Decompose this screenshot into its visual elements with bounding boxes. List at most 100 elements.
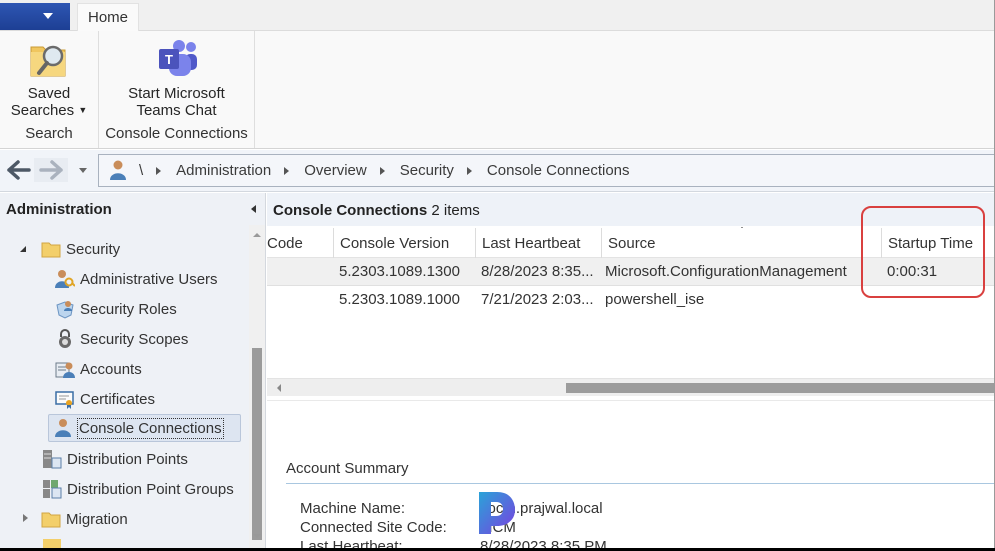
tree-item-label: Security Scopes [80, 330, 189, 348]
breadcrumb-separator-icon[interactable] [466, 166, 472, 175]
saved-searches-label-row: Searches ▼ [0, 102, 98, 119]
cell-console-version: 5.2303.1089.1000 [339, 291, 460, 308]
forward-button[interactable] [34, 158, 68, 182]
ribbon-group-label: Search [25, 125, 73, 142]
saved-searches-button[interactable]: Saved Searches ▼ [0, 37, 98, 119]
distribution-point-icon [42, 449, 62, 469]
lock-icon [55, 329, 75, 349]
ribbon-group-label: Console Connections [105, 125, 248, 142]
column-header-console-version[interactable]: Console Version [333, 228, 475, 258]
security-roles-icon [55, 299, 75, 319]
details-pane: Account Summary Machine Name: cocm.prajw… [267, 400, 994, 548]
nav-pane-scrollbar[interactable] [249, 225, 265, 548]
cell-source: powershell_ise [605, 291, 705, 308]
tree-item-label: Security Roles [80, 300, 177, 318]
folder-icon [43, 539, 61, 548]
saved-searches-label-2: Searches [10, 102, 75, 119]
results-count: 2 items [431, 202, 480, 219]
saved-searches-label-1: Saved [27, 85, 71, 102]
tree-item-console-connections[interactable]: Console Connections [48, 414, 241, 442]
ribbon-group-search: Saved Searches ▼ Search [0, 31, 99, 148]
column-header-source[interactable]: Source [601, 228, 867, 258]
scrollbar-thumb[interactable] [566, 383, 994, 393]
breadcrumb-security[interactable]: Security [400, 162, 454, 179]
cell-console-version: 5.2303.1089.1300 [339, 263, 460, 280]
ribbon-group-console-connections: T Start Microsoft Teams Chat Console Con… [99, 31, 255, 148]
console-user-icon [54, 418, 74, 438]
tree-item-label: Administrative Users [80, 270, 218, 288]
breadcrumb-console-connections[interactable]: Console Connections [487, 162, 630, 179]
distribution-point-groups-icon [42, 479, 62, 499]
tree-item-label: Certificates [80, 390, 156, 408]
scroll-up-icon[interactable] [253, 233, 261, 237]
startup-time-highlight [861, 206, 985, 298]
teams-icon: T [158, 40, 197, 76]
breadcrumb-separator-icon[interactable] [156, 166, 162, 175]
back-arrow-icon [7, 160, 31, 180]
back-button[interactable] [6, 158, 32, 182]
address-bar: \ Administration Overview Security Conso… [0, 150, 994, 192]
tree-item-administrative-users[interactable]: Administrative Users [55, 265, 218, 293]
tree-item-security-roles[interactable]: Security Roles [55, 295, 177, 323]
cell-last-heartbeat: 7/21/2023 2:03... [481, 291, 594, 308]
start-teams-chat-button[interactable]: T Start Microsoft Teams Chat [99, 37, 254, 119]
scroll-down-icon[interactable] [253, 534, 261, 538]
results-title-name: Console Connections [273, 202, 428, 219]
dropdown-caret-icon: ▼ [78, 105, 88, 115]
detail-value: 8/28/2023 8:35 PM [480, 538, 607, 548]
collapse-pane-icon[interactable] [251, 205, 256, 213]
cell-source: Microsoft.ConfigurationManagement [605, 263, 847, 280]
tree-item-certificates[interactable]: Certificates [55, 385, 155, 413]
navigation-pane: Administration Security Administrative U… [0, 193, 266, 548]
cell-code [267, 286, 333, 314]
ribbon-tab-bar: Home [0, 0, 994, 32]
account-summary-title: Account Summary [286, 460, 409, 477]
certificate-icon [55, 389, 75, 409]
column-header-code[interactable]: Code [261, 228, 333, 258]
tree-item-label: Distribution Points [67, 450, 188, 468]
scrollbar-thumb[interactable] [252, 348, 262, 540]
start-teams-chat-label-1: Start Microsoft [128, 85, 225, 102]
tree-item-label: Migration [66, 510, 128, 528]
cell-last-heartbeat: 8/28/2023 8:35... [481, 263, 594, 280]
configmgr-console-window: Home Saved Searches ▼ Search T Start Mic… [0, 0, 995, 548]
cell-code [267, 258, 333, 286]
nav-pane-title: Administration [6, 201, 112, 218]
detail-connected-site-code: Connected Site Code: MCM [300, 519, 516, 537]
breadcrumb-separator-icon[interactable] [379, 166, 385, 175]
tree-item-label: Accounts [80, 360, 142, 378]
scroll-left-icon[interactable] [277, 384, 281, 392]
expanded-arrow-icon[interactable] [20, 246, 26, 252]
accounts-icon [55, 359, 75, 379]
breadcrumb-administration[interactable]: Administration [176, 162, 271, 179]
collapsed-arrow-icon[interactable] [23, 514, 28, 522]
saved-searches-icon [30, 45, 66, 77]
file-menu-button[interactable] [0, 3, 70, 30]
ribbon: Saved Searches ▼ Search T Start Microsof… [0, 31, 994, 149]
tree-item-accounts[interactable]: Accounts [55, 355, 142, 383]
forward-arrow-icon [39, 160, 63, 180]
folder-icon [41, 239, 61, 259]
svg-text:T: T [165, 52, 173, 67]
tree-item-migration[interactable]: Migration [41, 505, 128, 533]
horizontal-scrollbar[interactable] [267, 378, 994, 396]
detail-label: Last Heartbeat: [300, 538, 403, 548]
breadcrumb-overview[interactable]: Overview [304, 162, 367, 179]
tree-item-security[interactable]: Security [41, 235, 120, 263]
column-header-last-heartbeat[interactable]: Last Heartbeat [475, 228, 601, 258]
detail-label: Connected Site Code: [300, 519, 447, 536]
history-dropdown-icon[interactable] [79, 168, 87, 173]
tree-item-label: Distribution Point Groups [67, 480, 234, 498]
address-path-box[interactable]: \ Administration Overview Security Conso… [98, 154, 994, 187]
breadcrumb-root[interactable]: \ [139, 162, 143, 179]
admin-users-icon [55, 269, 76, 289]
tab-home[interactable]: Home [77, 3, 139, 32]
tree-item-distribution-point-groups[interactable]: Distribution Point Groups [42, 475, 234, 503]
detail-label: Machine Name: [300, 500, 406, 517]
tree-item-security-scopes[interactable]: Security Scopes [55, 325, 188, 353]
breadcrumb-separator-icon[interactable] [284, 166, 290, 175]
tree-item-distribution-points[interactable]: Distribution Points [42, 445, 188, 473]
section-divider [286, 483, 994, 484]
console-user-icon [110, 160, 126, 180]
dropdown-arrow-icon [43, 13, 53, 19]
